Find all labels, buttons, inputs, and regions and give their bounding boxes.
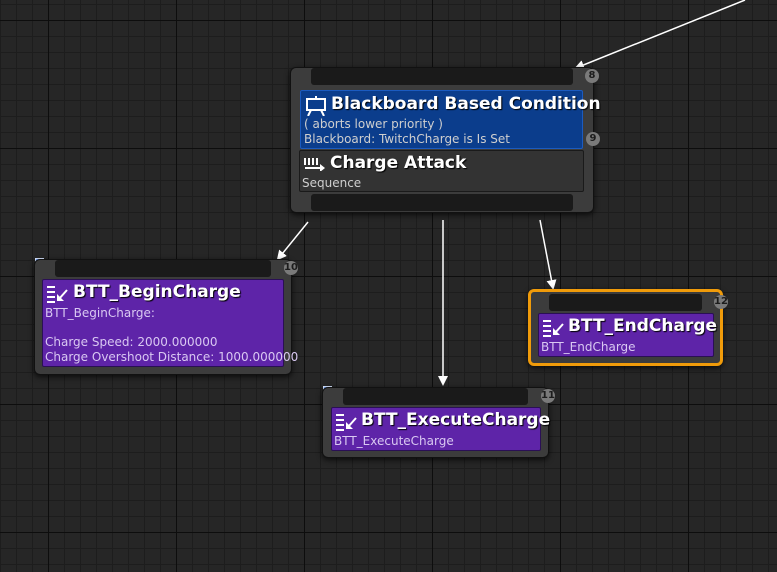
output-pin-bar[interactable] <box>311 194 573 211</box>
begin-charge-node[interactable]: 10 BTT_BeginCharge BTT_BeginCharge: Char… <box>34 259 298 375</box>
execution-index-badge: 8 <box>585 69 599 83</box>
task-name: BTT_ExecuteCharge <box>334 434 454 448</box>
sequence-icon <box>304 158 325 171</box>
wire-incoming[interactable] <box>574 0 746 70</box>
input-pin-bar[interactable] <box>343 388 528 405</box>
decorator-condition: Blackboard: TwitchCharge is Is Set <box>304 132 510 146</box>
task-charge-speed: Charge Speed: 2000.000000 <box>45 335 218 349</box>
execution-index-badge: 10 <box>284 261 298 275</box>
execution-index-badge: 11 <box>541 389 555 403</box>
input-pin-bar[interactable] <box>311 68 573 85</box>
execution-index-badge: 12 <box>714 295 728 309</box>
input-pin-bar[interactable] <box>549 294 702 311</box>
decorator-abort-mode: ( aborts lower priority ) <box>304 117 443 131</box>
task-body[interactable]: BTT_BeginCharge BTT_BeginCharge: Charge … <box>42 279 298 367</box>
task-name: BTT_EndCharge <box>541 340 636 354</box>
charge-attack-node[interactable]: 8 Blackboard Based Condition ( aborts lo… <box>290 67 601 213</box>
blackboard-condition-icon <box>306 96 326 116</box>
task-name: BTT_BeginCharge: <box>45 306 155 320</box>
task-body[interactable]: BTT_ExecuteCharge BTT_ExecuteCharge <box>331 407 550 451</box>
task-body[interactable]: BTT_EndCharge BTT_EndCharge <box>538 313 718 357</box>
task-icon <box>47 286 68 303</box>
blackboard-decorator[interactable]: Blackboard Based Condition ( aborts lowe… <box>300 90 601 149</box>
decorator-index-badge: 9 <box>586 132 600 146</box>
input-pin-bar[interactable] <box>55 260 271 277</box>
wire-to-end-charge[interactable] <box>539 219 557 290</box>
task-title: BTT_ExecuteCharge <box>361 410 551 430</box>
decorator-title: Blackboard Based Condition <box>331 94 601 114</box>
task-title: BTT_BeginCharge <box>73 282 241 302</box>
task-title: BTT_EndCharge <box>568 316 718 336</box>
sequence-composite[interactable]: Charge Attack Sequence <box>299 150 584 192</box>
task-icon <box>336 414 357 431</box>
task-overshoot-distance: Charge Overshoot Distance: 1000.000000 <box>45 350 299 364</box>
end-charge-node[interactable]: 12 BTT_EndCharge BTT_EndCharge <box>528 289 728 366</box>
execute-charge-node[interactable]: 11 BTT_ExecuteCharge BTT_ExecuteCharge <box>322 387 555 458</box>
composite-type: Sequence <box>302 176 362 190</box>
wire-to-begin-charge[interactable] <box>276 221 309 261</box>
composite-title: Charge Attack <box>330 153 467 173</box>
task-icon <box>543 320 564 337</box>
